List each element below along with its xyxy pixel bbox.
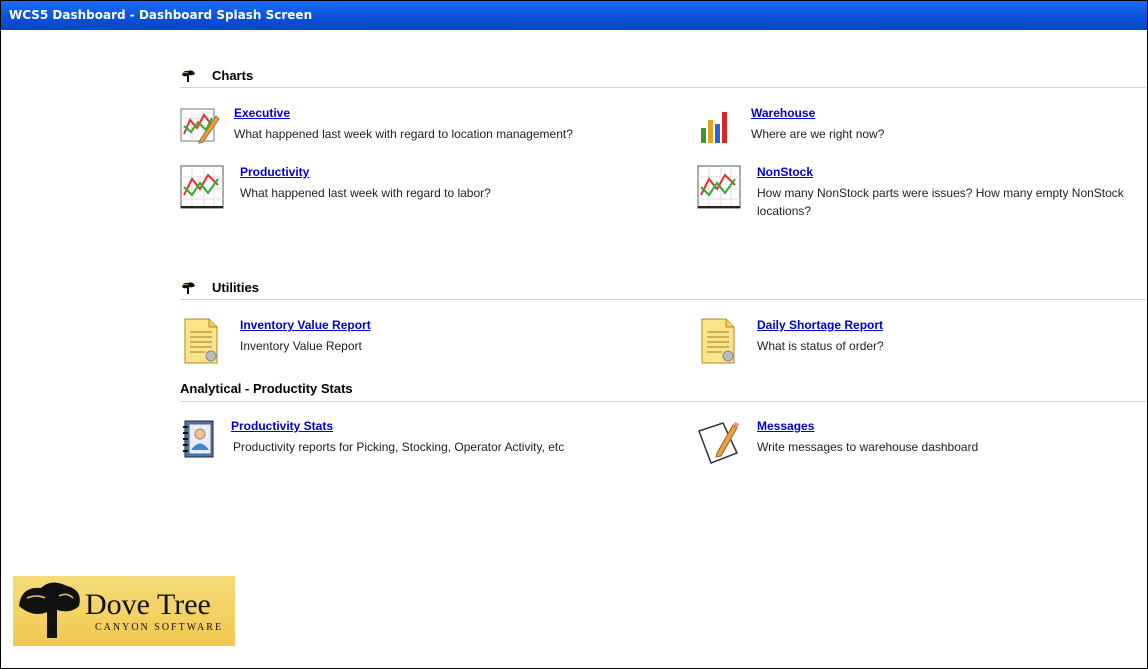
address-book-icon (183, 420, 214, 458)
warehouse-link[interactable]: Warehouse (751, 106, 815, 120)
item-description: What happened last week with regard to l… (234, 127, 573, 141)
logo-subtitle: CANYON SOFTWARE (95, 622, 224, 633)
line-chart-icon (180, 165, 224, 209)
section-header-analytical: Analytical - Productity Stats (180, 380, 1140, 400)
list-item: Warehouse Where are we right now? (697, 106, 1137, 146)
productivity-stats-link[interactable]: Productivity Stats (231, 419, 333, 433)
item-description: What happened last week with regard to l… (240, 186, 491, 200)
list-item: Inventory Value Report Inventory Value R… (183, 318, 683, 364)
inventory-value-report-link[interactable]: Inventory Value Report (240, 318, 371, 332)
list-item: Executive What happened last week with r… (180, 106, 680, 146)
section-title-utilities: Utilities (212, 280, 259, 295)
item-description: Where are we right now? (751, 127, 885, 141)
tree-icon (182, 70, 195, 82)
tree-icon (182, 282, 195, 294)
item-description: How many NonStock parts were issues? How… (757, 186, 1124, 218)
divider (180, 87, 1146, 88)
list-item: NonStock How many NonStock parts were is… (697, 165, 1142, 225)
item-description: Productivity reports for Picking, Stocki… (233, 440, 565, 454)
divider (180, 401, 1146, 402)
divider (180, 299, 1146, 300)
list-item: Productivity What happened last week wit… (180, 165, 680, 209)
daily-shortage-report-link[interactable]: Daily Shortage Report (757, 318, 883, 332)
section-header-utilities: Utilities (180, 279, 1140, 299)
list-item: Productivity Stats Productivity reports … (180, 419, 680, 459)
item-description: What is status of order? (757, 339, 884, 353)
list-item: Daily Shortage Report What is status of … (700, 318, 1140, 364)
list-item: Messages Write messages to warehouse das… (697, 419, 1137, 465)
item-description: Inventory Value Report (240, 339, 362, 353)
report-document-icon (701, 318, 735, 364)
write-message-icon (698, 422, 739, 464)
logo-brand: Dove Tree (85, 588, 211, 621)
section-title-analytical: Analytical - Productity Stats (180, 381, 353, 396)
chart-pencil-icon (180, 108, 220, 144)
window-title: WCS5 Dashboard - Dashboard Splash Screen (1, 1, 1147, 30)
company-logo: Dove Tree CANYON SOFTWARE (13, 576, 235, 646)
executive-link[interactable]: Executive (234, 106, 290, 120)
nonstock-link[interactable]: NonStock (757, 165, 813, 179)
productivity-link[interactable]: Productivity (240, 165, 309, 179)
item-description: Write messages to warehouse dashboard (757, 440, 979, 454)
section-header-charts: Charts (180, 67, 1140, 87)
section-title-charts: Charts (212, 68, 254, 83)
bar-chart-icon (701, 112, 727, 143)
tree-logo-icon (19, 582, 80, 638)
line-chart-icon (697, 165, 741, 209)
messages-link[interactable]: Messages (757, 419, 814, 433)
report-document-icon (184, 318, 218, 364)
